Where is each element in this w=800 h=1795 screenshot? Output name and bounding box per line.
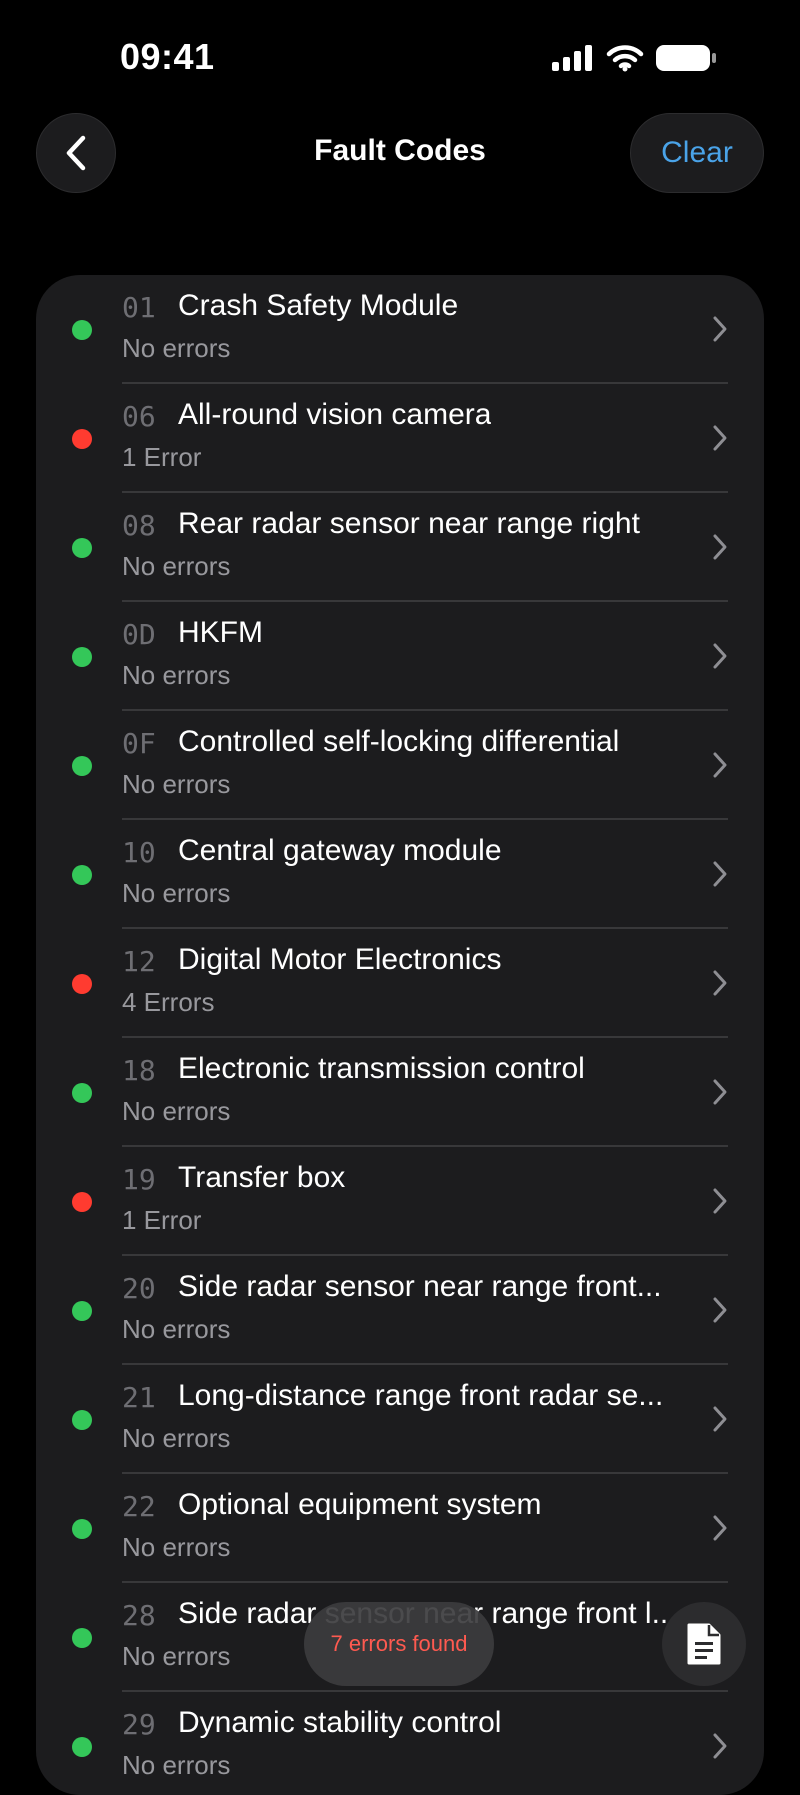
status-dot (72, 320, 92, 340)
report-button[interactable] (662, 1602, 746, 1686)
module-code: 21 (122, 1381, 156, 1414)
status-dot (72, 647, 92, 667)
module-name: All-round vision camera (178, 398, 492, 431)
module-status: No errors (122, 551, 231, 581)
module-status: No errors (122, 1641, 231, 1671)
status-dot (72, 1301, 92, 1321)
chevron-right-icon (713, 534, 727, 560)
module-status: 1 Error (122, 442, 202, 472)
module-status: No errors (122, 1423, 231, 1453)
battery-icon (656, 45, 716, 71)
module-name: Side radar sensor near range front... (178, 1270, 662, 1303)
module-code: 06 (122, 400, 156, 433)
module-name: Dynamic stability control (178, 1706, 502, 1739)
module-name: Central gateway module (178, 834, 502, 867)
status-dot (72, 1737, 92, 1757)
chevron-right-icon (713, 752, 727, 778)
signal-icon (552, 45, 592, 71)
status-dot (72, 538, 92, 558)
chevron-right-icon (713, 643, 727, 669)
module-status: No errors (122, 769, 231, 799)
chevron-right-icon (713, 1515, 727, 1541)
error-count-toast: 7 errors found (304, 1602, 494, 1686)
module-status: 4 Errors (122, 987, 215, 1017)
module-row[interactable]: 20 Side radar sensor near range front... N… (36, 1256, 764, 1365)
module-name: Crash Safety Module (178, 289, 459, 322)
module-row[interactable]: 22 Optional equipment system No errors (36, 1474, 764, 1583)
module-row[interactable]: 0D HKFM No errors (36, 602, 764, 711)
module-list: 01 Crash Safety Module No errors 06 All-roun… (36, 275, 764, 1795)
status-dot (72, 1083, 92, 1103)
module-code: 19 (122, 1163, 156, 1196)
nav-bar: Fault Codes Clear (0, 110, 800, 210)
module-row[interactable]: 21 Long-distance range front radar se... N… (36, 1365, 764, 1474)
module-row[interactable]: 12 Digital Motor Electronics 4 Errors (36, 929, 764, 1038)
status-dot (72, 865, 92, 885)
module-status: No errors (122, 1750, 231, 1780)
status-dot (72, 756, 92, 776)
chevron-right-icon (713, 1079, 727, 1105)
chevron-right-icon (713, 1297, 727, 1323)
chevron-right-icon (713, 861, 727, 887)
module-status: No errors (122, 878, 231, 908)
module-code: 01 (122, 291, 156, 324)
module-row[interactable]: 06 All-round vision camera 1 Error (36, 384, 764, 493)
module-name: Long-distance range front radar se... (178, 1379, 664, 1412)
module-row[interactable]: 18 Electronic transmission control No erro… (36, 1038, 764, 1147)
module-status: 1 Error (122, 1205, 202, 1235)
module-status: No errors (122, 1096, 231, 1126)
status-dot (72, 429, 92, 449)
module-row[interactable]: 08 Rear radar sensor near range right No e… (36, 493, 764, 602)
module-code: 0F (122, 727, 156, 760)
module-name: Electronic transmission control (178, 1052, 585, 1085)
module-name: Digital Motor Electronics (178, 943, 502, 976)
module-code: 08 (122, 509, 156, 542)
module-code: 0D (122, 618, 156, 651)
module-row[interactable]: 01 Crash Safety Module No errors (36, 275, 764, 384)
chevron-right-icon (713, 425, 727, 451)
module-code: 28 (122, 1599, 156, 1632)
status-dot (72, 1628, 92, 1648)
module-code: 20 (122, 1272, 156, 1305)
module-status: No errors (122, 1314, 231, 1344)
status-dot (72, 1410, 92, 1430)
module-code: 18 (122, 1054, 156, 1087)
module-name: HKFM (178, 616, 263, 649)
module-name: Rear radar sensor near range right (178, 507, 640, 540)
module-status: No errors (122, 1532, 231, 1562)
status-dot (72, 1519, 92, 1539)
chevron-right-icon (713, 1733, 727, 1759)
status-bar: 09:41 (0, 0, 800, 110)
status-time: 09:41 (120, 36, 215, 77)
module-code: 12 (122, 945, 156, 978)
module-row[interactable]: 10 Central gateway module No errors (36, 820, 764, 929)
module-row[interactable]: 19 Transfer box 1 Error (36, 1147, 764, 1256)
module-row[interactable]: 0F Controlled self-locking differential No… (36, 711, 764, 820)
module-name: Transfer box (178, 1161, 346, 1194)
status-dot (72, 974, 92, 994)
chevron-right-icon (713, 316, 727, 342)
clear-button[interactable]: Clear (630, 113, 764, 193)
module-code: 10 (122, 836, 156, 869)
document-icon (687, 1623, 721, 1665)
module-status: No errors (122, 333, 231, 363)
status-icons (552, 44, 716, 72)
chevron-right-icon (713, 970, 727, 996)
module-status: No errors (122, 660, 231, 690)
wifi-icon (606, 45, 644, 72)
module-code: 29 (122, 1708, 156, 1741)
chevron-right-icon (713, 1406, 727, 1432)
chevron-right-icon (713, 1188, 727, 1214)
status-dot (72, 1192, 92, 1212)
module-row[interactable]: 29 Dynamic stability control No errors (36, 1692, 764, 1795)
module-code: 22 (122, 1490, 156, 1523)
module-name: Controlled self-locking differential (178, 725, 620, 758)
module-name: Optional equipment system (178, 1488, 542, 1521)
